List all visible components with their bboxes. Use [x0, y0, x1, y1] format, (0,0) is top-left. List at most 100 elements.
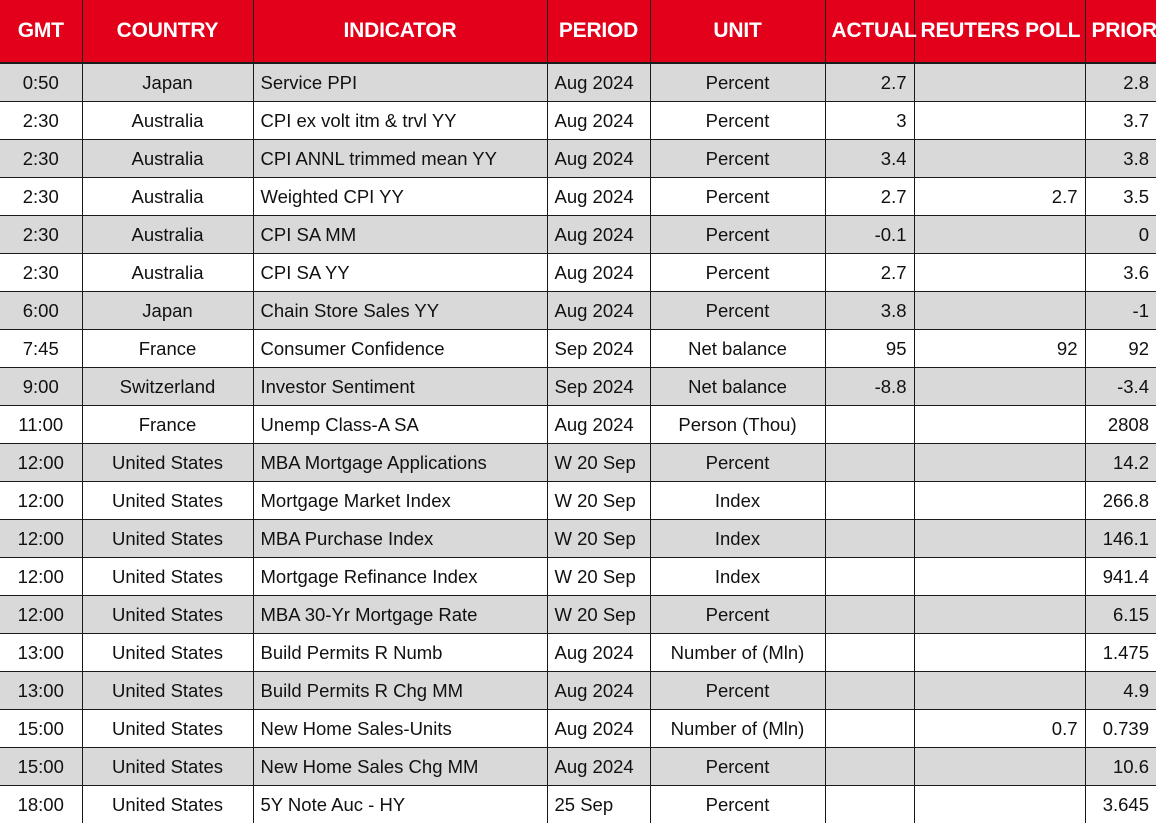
cell-country: Australia — [82, 178, 253, 216]
cell-poll — [914, 558, 1085, 596]
cell-gmt: 2:30 — [0, 254, 82, 292]
cell-gmt: 13:00 — [0, 634, 82, 672]
cell-poll — [914, 292, 1085, 330]
cell-unit: Percent — [650, 254, 825, 292]
cell-ind: Build Permits R Chg MM — [253, 672, 547, 710]
table-row[interactable]: 0:50JapanService PPIAug 2024Percent2.72.… — [0, 63, 1156, 102]
cell-period: Aug 2024 — [547, 292, 650, 330]
table-row[interactable]: 15:00United StatesNew Home Sales Chg MMA… — [0, 748, 1156, 786]
cell-period: W 20 Sep — [547, 596, 650, 634]
cell-period: Aug 2024 — [547, 634, 650, 672]
cell-ind: MBA 30-Yr Mortgage Rate — [253, 596, 547, 634]
cell-prior: 0.739 — [1085, 710, 1156, 748]
cell-poll — [914, 444, 1085, 482]
cell-prior: 6.15 — [1085, 596, 1156, 634]
table-row[interactable]: 15:00United StatesNew Home Sales-UnitsAu… — [0, 710, 1156, 748]
cell-country: United States — [82, 596, 253, 634]
cell-country: Australia — [82, 254, 253, 292]
cell-period: Aug 2024 — [547, 140, 650, 178]
cell-ind: CPI ex volt itm & trvl YY — [253, 102, 547, 140]
cell-gmt: 2:30 — [0, 178, 82, 216]
cell-ind: MBA Mortgage Applications — [253, 444, 547, 482]
cell-gmt: 15:00 — [0, 710, 82, 748]
cell-prior: 10.6 — [1085, 748, 1156, 786]
cell-actual: -0.1 — [825, 216, 914, 254]
cell-actual — [825, 634, 914, 672]
cell-period: Sep 2024 — [547, 330, 650, 368]
column-header-country[interactable]: COUNTRY — [82, 0, 253, 63]
table-row[interactable]: 9:00SwitzerlandInvestor SentimentSep 202… — [0, 368, 1156, 406]
cell-prior: 1.475 — [1085, 634, 1156, 672]
cell-poll — [914, 596, 1085, 634]
cell-prior: 3.645 — [1085, 786, 1156, 823]
cell-gmt: 11:00 — [0, 406, 82, 444]
cell-gmt: 12:00 — [0, 520, 82, 558]
cell-gmt: 2:30 — [0, 102, 82, 140]
cell-country: United States — [82, 444, 253, 482]
column-header-poll[interactable]: REUTERS POLL — [914, 0, 1085, 63]
table-row[interactable]: 2:30AustraliaCPI SA YYAug 2024Percent2.7… — [0, 254, 1156, 292]
cell-gmt: 12:00 — [0, 444, 82, 482]
cell-prior: 3.5 — [1085, 178, 1156, 216]
cell-period: W 20 Sep — [547, 558, 650, 596]
cell-ind: Weighted CPI YY — [253, 178, 547, 216]
table-row[interactable]: 12:00United StatesMBA Mortgage Applicati… — [0, 444, 1156, 482]
cell-actual: 2.7 — [825, 63, 914, 102]
column-header-ind[interactable]: INDICATOR — [253, 0, 547, 63]
table-header: GMTCOUNTRYINDICATORPERIODUNITACTUALREUTE… — [0, 0, 1156, 63]
table-row[interactable]: 2:30AustraliaCPI ANNL trimmed mean YYAug… — [0, 140, 1156, 178]
cell-country: France — [82, 406, 253, 444]
column-header-period[interactable]: PERIOD — [547, 0, 650, 63]
table-row[interactable]: 7:45FranceConsumer ConfidenceSep 2024Net… — [0, 330, 1156, 368]
cell-unit: Percent — [650, 292, 825, 330]
cell-poll — [914, 406, 1085, 444]
table-row[interactable]: 11:00FranceUnemp Class-A SAAug 2024Perso… — [0, 406, 1156, 444]
table-row[interactable]: 12:00United StatesMortgage Refinance Ind… — [0, 558, 1156, 596]
cell-unit: Percent — [650, 786, 825, 823]
cell-country: Switzerland — [82, 368, 253, 406]
cell-poll — [914, 254, 1085, 292]
cell-poll — [914, 63, 1085, 102]
cell-period: W 20 Sep — [547, 444, 650, 482]
cell-country: Australia — [82, 140, 253, 178]
cell-actual: -8.8 — [825, 368, 914, 406]
cell-period: Aug 2024 — [547, 63, 650, 102]
cell-prior: 92 — [1085, 330, 1156, 368]
column-header-unit[interactable]: UNIT — [650, 0, 825, 63]
table-row[interactable]: 6:00JapanChain Store Sales YYAug 2024Per… — [0, 292, 1156, 330]
column-header-gmt[interactable]: GMT — [0, 0, 82, 63]
column-header-prior[interactable]: PRIOR — [1085, 0, 1156, 63]
table-body: 0:50JapanService PPIAug 2024Percent2.72.… — [0, 63, 1156, 823]
cell-ind: Mortgage Market Index — [253, 482, 547, 520]
cell-unit: Percent — [650, 596, 825, 634]
cell-gmt: 18:00 — [0, 786, 82, 823]
cell-prior: -1 — [1085, 292, 1156, 330]
cell-prior: 3.6 — [1085, 254, 1156, 292]
cell-ind: Unemp Class-A SA — [253, 406, 547, 444]
cell-actual: 3 — [825, 102, 914, 140]
cell-poll: 92 — [914, 330, 1085, 368]
table-row[interactable]: 12:00United StatesMortgage Market IndexW… — [0, 482, 1156, 520]
table-row[interactable]: 12:00United StatesMBA 30-Yr Mortgage Rat… — [0, 596, 1156, 634]
cell-actual — [825, 558, 914, 596]
table-row[interactable]: 2:30AustraliaWeighted CPI YYAug 2024Perc… — [0, 178, 1156, 216]
cell-country: United States — [82, 710, 253, 748]
cell-unit: Percent — [650, 216, 825, 254]
table-row[interactable]: 18:00United States5Y Note Auc - HY25 Sep… — [0, 786, 1156, 823]
cell-period: 25 Sep — [547, 786, 650, 823]
cell-poll — [914, 520, 1085, 558]
cell-period: Aug 2024 — [547, 102, 650, 140]
table-row[interactable]: 12:00United StatesMBA Purchase IndexW 20… — [0, 520, 1156, 558]
table-row[interactable]: 13:00United StatesBuild Permits R Chg MM… — [0, 672, 1156, 710]
table-row[interactable]: 2:30AustraliaCPI SA MMAug 2024Percent-0.… — [0, 216, 1156, 254]
table-row[interactable]: 13:00United StatesBuild Permits R NumbAu… — [0, 634, 1156, 672]
table-row[interactable]: 2:30AustraliaCPI ex volt itm & trvl YYAu… — [0, 102, 1156, 140]
column-header-actual[interactable]: ACTUAL — [825, 0, 914, 63]
cell-unit: Number of (Mln) — [650, 710, 825, 748]
cell-ind: New Home Sales-Units — [253, 710, 547, 748]
cell-ind: New Home Sales Chg MM — [253, 748, 547, 786]
cell-unit: Percent — [650, 444, 825, 482]
cell-period: Sep 2024 — [547, 368, 650, 406]
cell-poll — [914, 102, 1085, 140]
cell-poll — [914, 634, 1085, 672]
